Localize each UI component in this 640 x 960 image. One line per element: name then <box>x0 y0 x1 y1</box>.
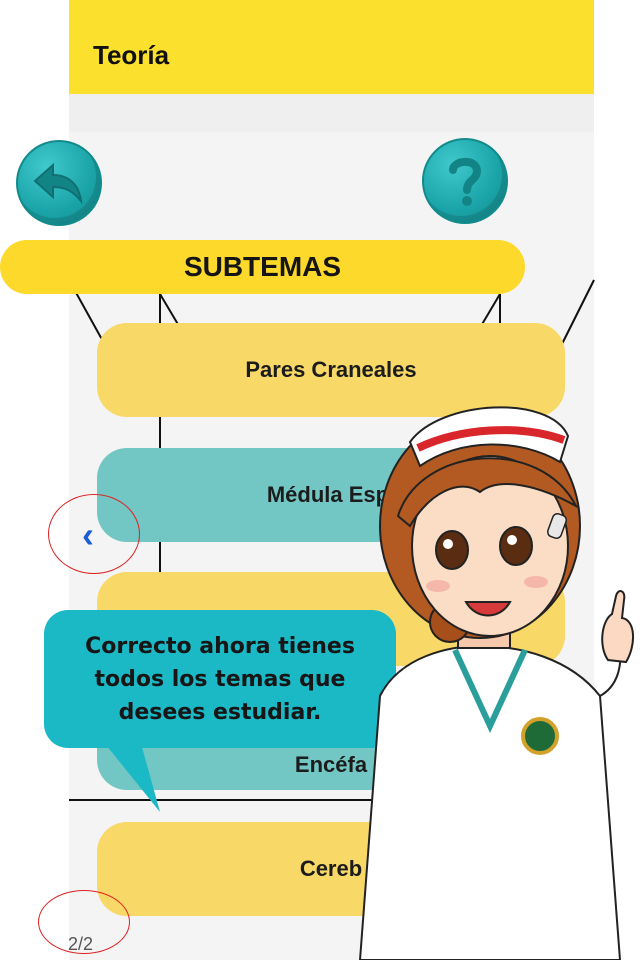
subtopic-label: Pares Craneales <box>245 357 417 382</box>
page-indicator: 2/2 <box>68 934 94 954</box>
status-bar <box>69 0 594 8</box>
help-button[interactable] <box>422 138 508 224</box>
speech-bubble: Correcto ahora tienes todos los temas qu… <box>44 610 396 748</box>
speech-bubble-tail <box>102 740 160 812</box>
nurse-mascot <box>358 406 634 960</box>
back-arrow-icon <box>33 162 83 205</box>
back-button[interactable] <box>16 140 102 226</box>
page-title: Teoría <box>93 40 170 70</box>
app-bar: Teoría <box>69 0 594 94</box>
highlight-circle <box>48 494 140 574</box>
chevron-left-icon[interactable]: ‹ <box>82 514 94 556</box>
subtemas-banner: SUBTEMAS <box>0 240 525 294</box>
question-mark-icon <box>449 157 482 206</box>
speech-bubble-text: Correcto ahora tienes todos los temas qu… <box>85 633 355 725</box>
